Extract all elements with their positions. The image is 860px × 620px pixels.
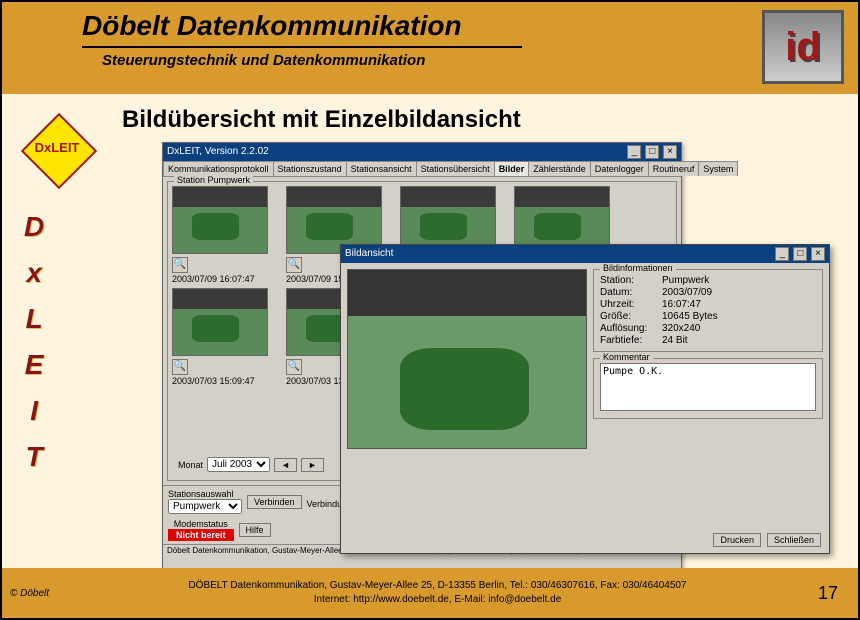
info-panel: Bildinformationen Station:Pumpwerk Datum… [593, 269, 823, 449]
groesse-key: Größe: [600, 311, 662, 322]
tab-bilder[interactable]: Bilder [494, 161, 530, 176]
side-logo: DxLEIT [12, 114, 102, 184]
dialog-buttons: Drucken Schließen [713, 533, 821, 547]
magnify-icon[interactable]: 🔍 [172, 257, 188, 273]
maximize-icon[interactable]: □ [793, 247, 807, 261]
brand-logo: id [762, 10, 844, 84]
footer-line1: DÖBELT Datenkommunikation, Gustav-Meyer-… [77, 579, 798, 593]
brand-logo-text: id [785, 25, 821, 70]
page-number: 17 [798, 583, 858, 604]
header-subtitle: Steuerungstechnik und Datenkommunikation [82, 52, 842, 69]
aufloesung-key: Auflösung: [600, 323, 662, 334]
diamond-text: DxLEIT [22, 140, 92, 155]
bildansicht-dialog: Bildansicht _ □ × Bildinformationen Stat… [340, 244, 830, 554]
vertical-brand: D x L E I T [24, 204, 44, 480]
verbinden-button[interactable]: Verbinden [247, 495, 302, 509]
groupbox-title: Station Pumpwerk [174, 175, 253, 185]
tab-stationsuebersicht[interactable]: Stationsübersicht [416, 161, 495, 176]
page-title: Bildübersicht mit Einzelbildansicht [2, 94, 858, 142]
footer: © Döbelt DÖBELT Datenkommunikation, Gust… [2, 568, 858, 618]
dialog-window-buttons: _ □ × [774, 245, 825, 263]
vertical-letter: L [24, 296, 44, 342]
diamond-icon: DxLEIT [22, 114, 92, 184]
month-selector-row: Monat Juli 2003 ◄ ► [178, 457, 324, 472]
tab-kommunikationsprotokoll[interactable]: Kommunikationsprotokoll [163, 161, 274, 176]
window-title: DxLEIT, Version 2.2.02 [167, 143, 269, 161]
kommentar-textarea[interactable]: Pumpe O.K. [600, 363, 816, 411]
tab-datenlogger[interactable]: Datenlogger [590, 161, 649, 176]
modemstatus-label: Modemstatus [168, 519, 234, 529]
vertical-letter: E [24, 342, 44, 388]
uhrzeit-value: 16:07:47 [662, 299, 701, 310]
stationsauswahl-label: Stationsauswahl [168, 489, 242, 499]
thumbnail-caption: 2003/07/03 15:09:47 [172, 376, 282, 386]
farbtiefe-value: 24 Bit [662, 335, 688, 346]
window-titlebar[interactable]: DxLEIT, Version 2.2.02 _ □ × [163, 143, 681, 161]
kommentar-title: Kommentar [600, 352, 653, 362]
body: DxLEIT D x L E I T Bildübersicht mit Ein… [2, 94, 858, 568]
bildinformationen-title: Bildinformationen [600, 263, 676, 273]
thumbnail-image[interactable] [172, 186, 268, 254]
datum-key: Datum: [600, 287, 662, 298]
month-select[interactable]: Juli 2003 [207, 457, 270, 472]
kommentar-group: Kommentar Pumpe O.K. [593, 358, 823, 419]
hilfe-button[interactable]: Hilfe [239, 523, 271, 537]
copyright: © Döbelt [2, 588, 77, 599]
footer-line2: Internet: http://www.doebelt.de, E-Mail:… [77, 593, 798, 607]
modemstatus-value: Nicht bereit [168, 529, 234, 541]
thumbnail-caption: 2003/07/09 16:07:47 [172, 274, 282, 284]
aufloesung-value: 320x240 [662, 323, 700, 334]
vertical-letter: I [24, 388, 44, 434]
drucken-button[interactable]: Drucken [713, 533, 761, 547]
tab-system[interactable]: System [698, 161, 738, 176]
header-rule [82, 46, 522, 48]
month-prev-button[interactable]: ◄ [274, 458, 297, 472]
header-title: Döbelt Datenkommunikation [82, 10, 842, 42]
vertical-letter: x [24, 250, 44, 296]
close-icon[interactable]: × [663, 145, 677, 159]
tab-stationsansicht[interactable]: Stationsansicht [346, 161, 417, 176]
minimize-icon[interactable]: _ [627, 145, 641, 159]
month-next-button[interactable]: ► [301, 458, 324, 472]
magnify-icon[interactable]: 🔍 [286, 257, 302, 273]
thumbnail-image[interactable] [172, 288, 268, 356]
groesse-value: 10645 Bytes [662, 311, 718, 322]
tab-routineruf[interactable]: Routineruf [648, 161, 700, 176]
month-label: Monat [178, 460, 203, 470]
station-value: Pumpwerk [662, 275, 709, 286]
vertical-letter: T [24, 434, 44, 480]
vertical-letter: D [24, 204, 44, 250]
header: Döbelt Datenkommunikation Steuerungstech… [2, 2, 858, 94]
close-icon[interactable]: × [811, 247, 825, 261]
maximize-icon[interactable]: □ [645, 145, 659, 159]
thumbnail: 🔍 2003/07/09 16:07:47 [172, 186, 282, 284]
tab-zaehlerstaende[interactable]: Zählerstände [528, 161, 591, 176]
window-buttons: _ □ × [626, 143, 677, 161]
image-preview [347, 269, 587, 449]
thumbnail: 🔍 2003/07/03 15:09:47 [172, 288, 282, 386]
magnify-icon[interactable]: 🔍 [286, 359, 302, 375]
footer-text: DÖBELT Datenkommunikation, Gustav-Meyer-… [77, 579, 798, 607]
stationsauswahl-select[interactable]: Pumpwerk [168, 499, 242, 514]
tab-stationszustand[interactable]: Stationszustand [273, 161, 347, 176]
dialog-body: Bildinformationen Station:Pumpwerk Datum… [341, 263, 829, 455]
farbtiefe-key: Farbtiefe: [600, 335, 662, 346]
magnify-icon[interactable]: 🔍 [172, 359, 188, 375]
bildinformationen-group: Bildinformationen Station:Pumpwerk Datum… [593, 269, 823, 352]
schliessen-button[interactable]: Schließen [767, 533, 821, 547]
minimize-icon[interactable]: _ [775, 247, 789, 261]
station-key: Station: [600, 275, 662, 286]
uhrzeit-key: Uhrzeit: [600, 299, 662, 310]
dialog-titlebar[interactable]: Bildansicht _ □ × [341, 245, 829, 263]
dialog-title: Bildansicht [345, 245, 393, 263]
datum-value: 2003/07/09 [662, 287, 712, 298]
